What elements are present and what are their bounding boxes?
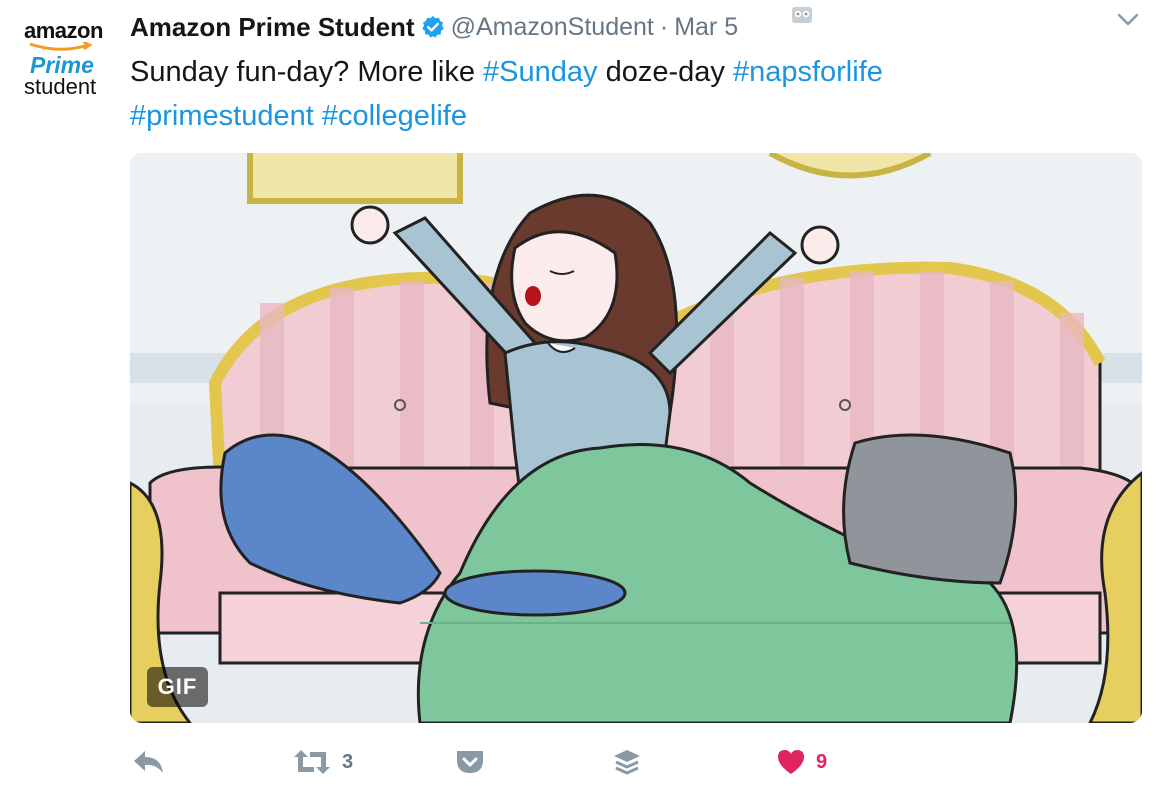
verified-badge-icon xyxy=(421,15,445,39)
tweet-text: Sunday fun-day? More like #Sunday doze-d… xyxy=(130,50,1130,138)
gif-media[interactable]: GIF xyxy=(130,153,1142,723)
like-count: 9 xyxy=(816,750,828,773)
hashtag-link[interactable]: #primestudent xyxy=(130,100,314,132)
reply-button[interactable] xyxy=(132,748,166,776)
gif-badge: GIF xyxy=(147,667,208,707)
pocket-icon xyxy=(457,751,483,773)
hashtag-link[interactable]: #collegelife xyxy=(322,100,467,132)
hashtag-link[interactable]: #napsforlife xyxy=(733,56,883,88)
user-handle[interactable]: @AmazonStudent xyxy=(451,13,654,42)
tweet-text-part: doze-day xyxy=(597,56,733,88)
retweet-count: 3 xyxy=(342,750,354,773)
retweet-button[interactable]: 3 xyxy=(292,748,353,776)
heart-icon xyxy=(778,750,804,774)
reply-icon xyxy=(134,751,163,773)
retweet-icon xyxy=(294,750,330,774)
separator-dot: · xyxy=(659,12,669,41)
buffer-button[interactable] xyxy=(612,748,642,778)
avatar-student: student xyxy=(24,74,97,99)
display-name[interactable]: Amazon Prime Student xyxy=(130,12,415,43)
amazon-smile-icon xyxy=(29,42,93,51)
gif-illustration xyxy=(130,153,1142,723)
hashtag-link[interactable]: #Sunday xyxy=(483,56,598,88)
like-button[interactable]: 9 xyxy=(776,748,827,776)
owl-icon[interactable] xyxy=(791,6,813,24)
tweet-text-part: Sunday fun-day? More like xyxy=(130,56,484,88)
tweet-header: Amazon Prime Student @AmazonStudent · Ma… xyxy=(130,10,738,44)
avatar[interactable]: amazon Prime student xyxy=(20,14,112,98)
buffer-icon xyxy=(614,750,640,775)
tweet-date[interactable]: Mar 5 xyxy=(674,13,738,42)
chevron-down-icon[interactable] xyxy=(1116,12,1140,28)
pocket-button[interactable] xyxy=(455,748,485,776)
avatar-wordmark: amazon xyxy=(24,18,103,43)
tweet-actions: 3 9 xyxy=(0,742,1162,788)
